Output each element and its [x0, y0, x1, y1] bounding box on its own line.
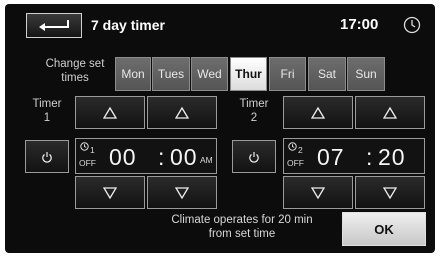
power-icon [249, 151, 259, 163]
timer2-label-line2: 2 [250, 112, 258, 124]
day-tues[interactable]: Tues [152, 57, 190, 91]
change-set-label-line2: times [61, 72, 89, 84]
timer2-label-line1: Timer [239, 98, 269, 110]
timer2-separator: : [366, 144, 374, 170]
clock-icon [403, 16, 421, 34]
ok-button[interactable]: OK [342, 212, 426, 246]
timer1-minute-down-button[interactable] [147, 176, 217, 209]
timer2-hour-down-button[interactable] [283, 176, 353, 209]
timer2-label: Timer 2 [232, 97, 276, 125]
timer1-separator: : [158, 144, 166, 170]
day-thur[interactable]: Thur [230, 57, 267, 91]
timer2-minute-up-button[interactable] [355, 96, 425, 129]
page-title: 7 day timer [91, 17, 165, 33]
triangle-down-icon [311, 186, 325, 199]
timer1-hours: 00 [109, 144, 137, 170]
timer1-badge-number: 1 [90, 145, 95, 155]
timer1-time-display: 1 OFF 00 : 00 AM [75, 138, 217, 174]
day-sun[interactable]: Sun [347, 57, 385, 91]
triangle-up-icon [311, 106, 325, 119]
change-set-label-line1: Change set [45, 58, 105, 70]
triangle-down-icon [103, 186, 117, 199]
clock-time: 17:00 [340, 16, 379, 33]
climate-info-text: Climate operates for 20 min from set tim… [153, 213, 331, 241]
timer1-minute-up-button[interactable] [147, 96, 217, 129]
triangle-up-icon [383, 106, 397, 119]
timer1-minutes: 00 [170, 144, 198, 170]
timer2-badge-number: 2 [298, 145, 303, 155]
timer2-hour-up-button[interactable] [283, 96, 353, 129]
change-set-times-label: Change set times [35, 57, 115, 85]
timer1-power-button[interactable] [25, 140, 69, 173]
day-sat[interactable]: Sat [308, 57, 346, 91]
back-arrow-icon [39, 19, 69, 31]
timer1-label-line2: 1 [43, 112, 51, 124]
timer-clock-icon [288, 142, 297, 151]
day-fri[interactable]: Fri [269, 57, 306, 91]
timer2-power-button[interactable] [232, 140, 276, 173]
timer1-label: Timer 1 [25, 97, 69, 125]
timer2-minute-down-button[interactable] [355, 176, 425, 209]
timer-screen: 7 day timer 17:00 Change set times Mon T… [5, 4, 435, 253]
timer2-hours: 07 [317, 144, 345, 170]
timer-clock-icon [80, 142, 89, 151]
timer1-hour-down-button[interactable] [75, 176, 145, 209]
day-wed[interactable]: Wed [191, 57, 228, 91]
triangle-down-icon [175, 186, 189, 199]
timer1-label-line1: Timer [32, 98, 62, 110]
power-icon [42, 151, 52, 163]
timer2-minutes: 20 [378, 144, 406, 170]
climate-info-line1: Climate operates for 20 min [171, 214, 313, 226]
timer1-hour-up-button[interactable] [75, 96, 145, 129]
timer2-time-display: 2 OFF 07 : 20 [283, 138, 425, 174]
triangle-up-icon [175, 106, 189, 119]
timer2-status: OFF [287, 158, 304, 168]
back-button[interactable] [26, 13, 82, 38]
climate-info-line2: from set time [208, 228, 276, 240]
timer1-status: OFF [79, 158, 96, 168]
day-mon[interactable]: Mon [115, 57, 151, 91]
timer1-ampm: AM [200, 155, 213, 165]
triangle-up-icon [103, 106, 117, 119]
triangle-down-icon [383, 186, 397, 199]
